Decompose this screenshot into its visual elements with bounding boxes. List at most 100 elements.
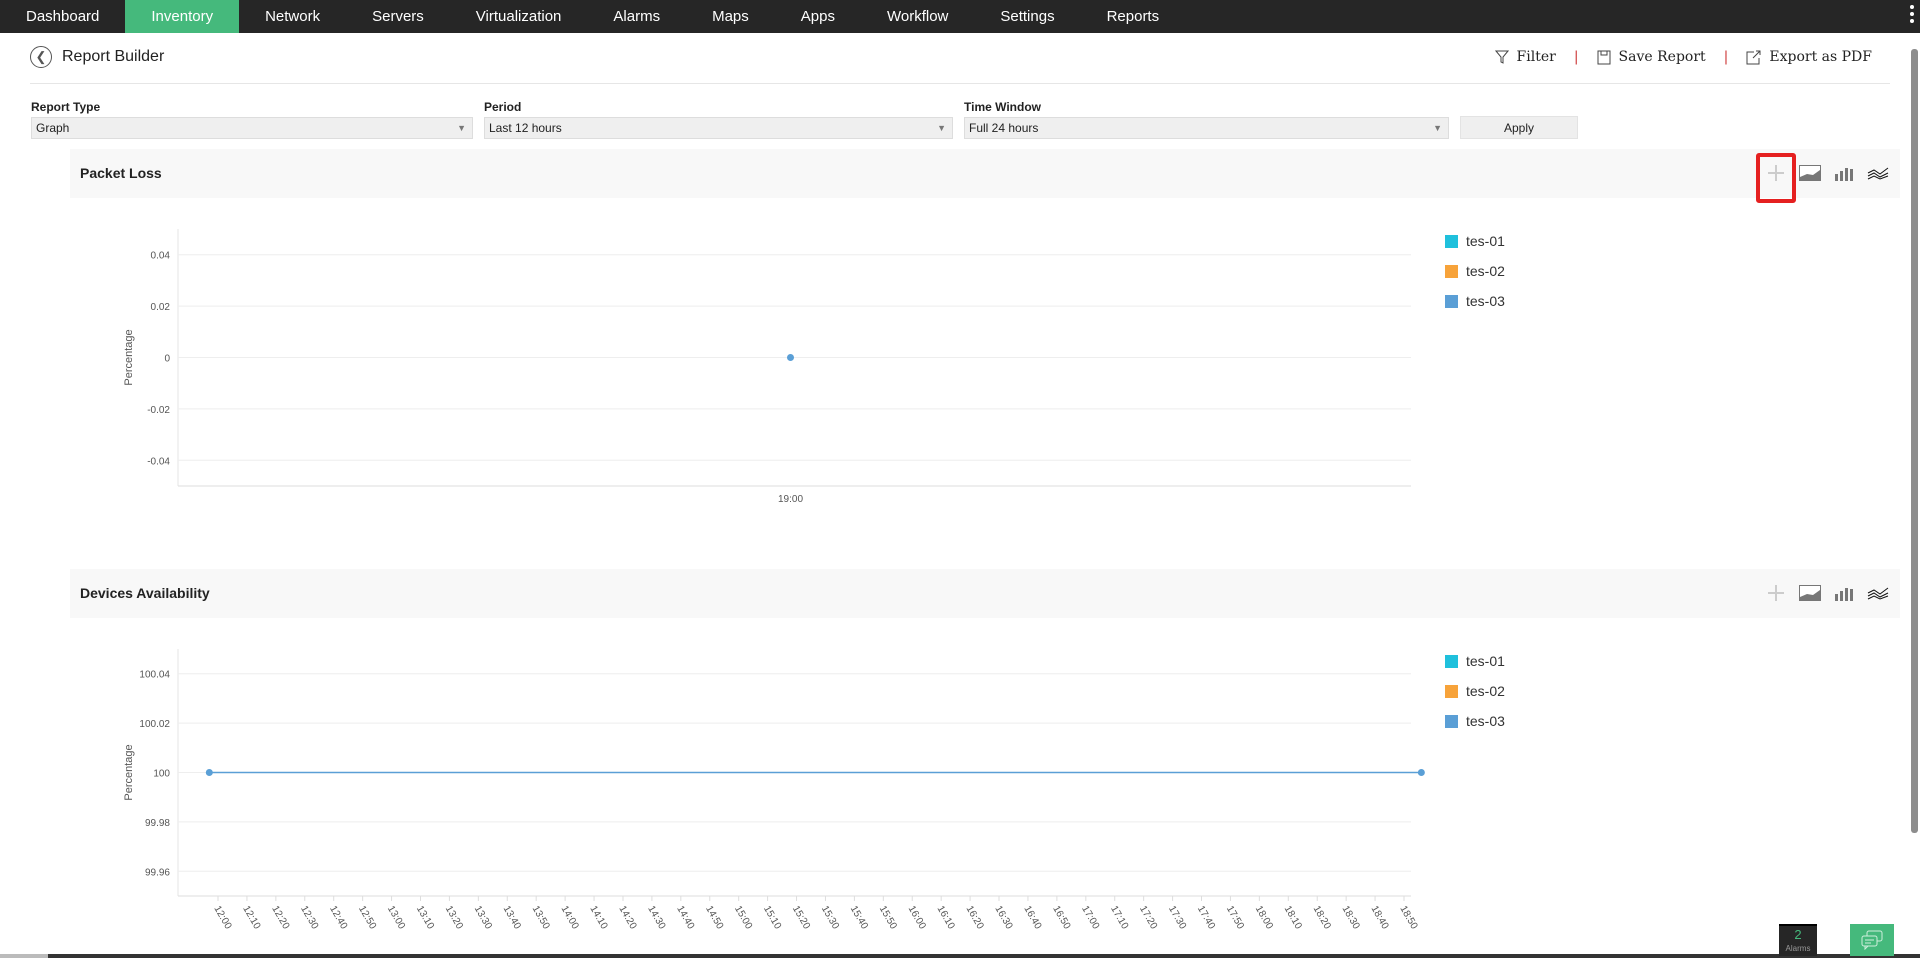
nav-tab-virtualization[interactable]: Virtualization [450,0,588,33]
line-chart-icon[interactable] [1866,161,1890,185]
data-point [787,354,794,361]
area-chart-icon[interactable] [1798,581,1822,605]
nav-tab-alarms[interactable]: Alarms [587,0,686,33]
bar-chart-icon[interactable] [1832,161,1856,185]
filter-button[interactable]: Filter [1494,49,1556,65]
export-pdf-label: Export as PDF [1769,49,1872,65]
x-tick-label: 13:40 [501,904,523,932]
x-tick-label: 12:40 [327,904,349,932]
divider: | [1723,49,1729,65]
legend-item[interactable]: tes-01 [1445,646,1505,676]
nav-tab-servers[interactable]: Servers [346,0,450,33]
top-nav: Dashboard Inventory Network Servers Virtuali… [0,0,1920,33]
annotation-highlight [1756,153,1796,203]
legend-swatch [1445,714,1458,728]
alarm-count: 2 [1794,927,1802,942]
y-tick-label: 0 [164,354,170,365]
chart-legend: tes-01 tes-02 tes-03 [1445,226,1505,316]
legend-label: tes-01 [1466,653,1505,669]
x-tick-label: 18:40 [1368,904,1390,932]
chat-button[interactable] [1850,924,1894,956]
data-point [205,769,213,776]
period-label: Period [484,100,522,114]
legend-swatch [1445,294,1458,308]
nav-tab-settings[interactable]: Settings [974,0,1080,33]
legend-item[interactable]: tes-03 [1445,286,1505,316]
dropdown-arrow-icon: ▼ [937,123,946,133]
x-tick-label: 12:50 [356,904,378,932]
add-icon[interactable] [1764,581,1788,605]
dropdown-arrow-icon: ▼ [457,123,466,133]
period-select[interactable]: Last 12 hours ▼ [484,117,953,139]
nav-tab-dashboard[interactable]: Dashboard [0,0,125,33]
x-tick-label: 15:30 [819,904,841,932]
legend-item[interactable]: tes-02 [1445,256,1505,286]
y-axis-label: Percentage [123,329,135,385]
legend-swatch [1445,654,1458,668]
x-tick-label: 16:20 [963,904,985,932]
back-icon[interactable]: ❮ [30,46,52,68]
export-pdf-button[interactable]: Export as PDF [1746,49,1872,65]
line-chart-icon[interactable] [1866,581,1890,605]
nav-tab-apps[interactable]: Apps [775,0,861,33]
legend-item[interactable]: tes-03 [1445,706,1505,736]
legend-item[interactable]: tes-01 [1445,226,1505,256]
time-window-select[interactable]: Full 24 hours ▼ [964,117,1449,139]
x-tick-label: 17:00 [1079,904,1101,932]
y-tick-label: 100.02 [139,719,170,730]
filter-icon [1494,50,1509,64]
nav-tab-network[interactable]: Network [239,0,346,33]
nav-tab-maps[interactable]: Maps [686,0,775,33]
x-tick-label: 17:20 [1137,904,1159,932]
alarm-label: Alarms [1785,944,1811,953]
legend-label: tes-01 [1466,233,1505,249]
y-tick-label: 0.04 [151,251,171,262]
report-type-select[interactable]: Graph ▼ [31,117,473,139]
x-tick-label: 15:10 [761,904,783,932]
x-tick-label: 15:50 [877,904,899,932]
bar-chart-icon[interactable] [1832,581,1856,605]
legend-swatch [1445,234,1458,248]
nav-tab-inventory[interactable]: Inventory [125,0,240,33]
x-tick-label: 16:30 [992,904,1014,932]
nav-tab-reports[interactable]: Reports [1081,0,1186,33]
divider: | [1573,49,1579,65]
area-chart-icon[interactable] [1798,161,1822,185]
panel-header: Devices Availability [70,569,1900,618]
report-type-label: Report Type [31,100,101,114]
page-header: ❮ Report Builder [30,46,164,68]
x-tick-label: 14:50 [703,904,725,932]
apply-button[interactable]: Apply [1460,116,1578,139]
x-tick-label: 16:10 [935,904,957,932]
page-title: Report Builder [62,48,165,65]
x-tick-label: 13:20 [443,904,465,932]
save-icon [1597,50,1611,64]
x-tick-label: 14:40 [674,904,696,932]
time-window-label: Time Window [964,100,1042,114]
save-report-label: Save Report [1618,49,1706,65]
data-point [1417,769,1425,776]
x-tick-label: 15:00 [732,904,754,932]
legend-label: tes-02 [1466,683,1505,699]
period-value: Last 12 hours [489,121,562,135]
x-tick-label: 12:00 [211,904,233,932]
more-menu-icon[interactable] [1910,5,1914,26]
x-tick-label: 14:30 [645,904,667,932]
y-tick-label: 99.98 [145,818,170,829]
legend-label: tes-03 [1466,713,1505,729]
vertical-scrollbar[interactable] [1911,49,1918,833]
x-tick-label: 12:10 [240,904,262,932]
chat-icon [1861,930,1883,950]
horizontal-scrollbar[interactable] [0,954,1920,958]
legend-swatch [1445,684,1458,698]
legend-label: tes-03 [1466,293,1505,309]
alarms-badge[interactable]: 2 Alarms [1779,924,1817,956]
panel-title: Devices Availability [80,585,210,601]
legend-item[interactable]: tes-02 [1445,676,1505,706]
nav-tab-workflow[interactable]: Workflow [861,0,974,33]
x-tick-label: 13:50 [530,904,552,932]
x-tick-label: 13:30 [472,904,494,932]
x-tick-label: 17:40 [1195,904,1217,932]
filter-label: Filter [1516,49,1556,65]
save-report-button[interactable]: Save Report [1597,49,1706,65]
